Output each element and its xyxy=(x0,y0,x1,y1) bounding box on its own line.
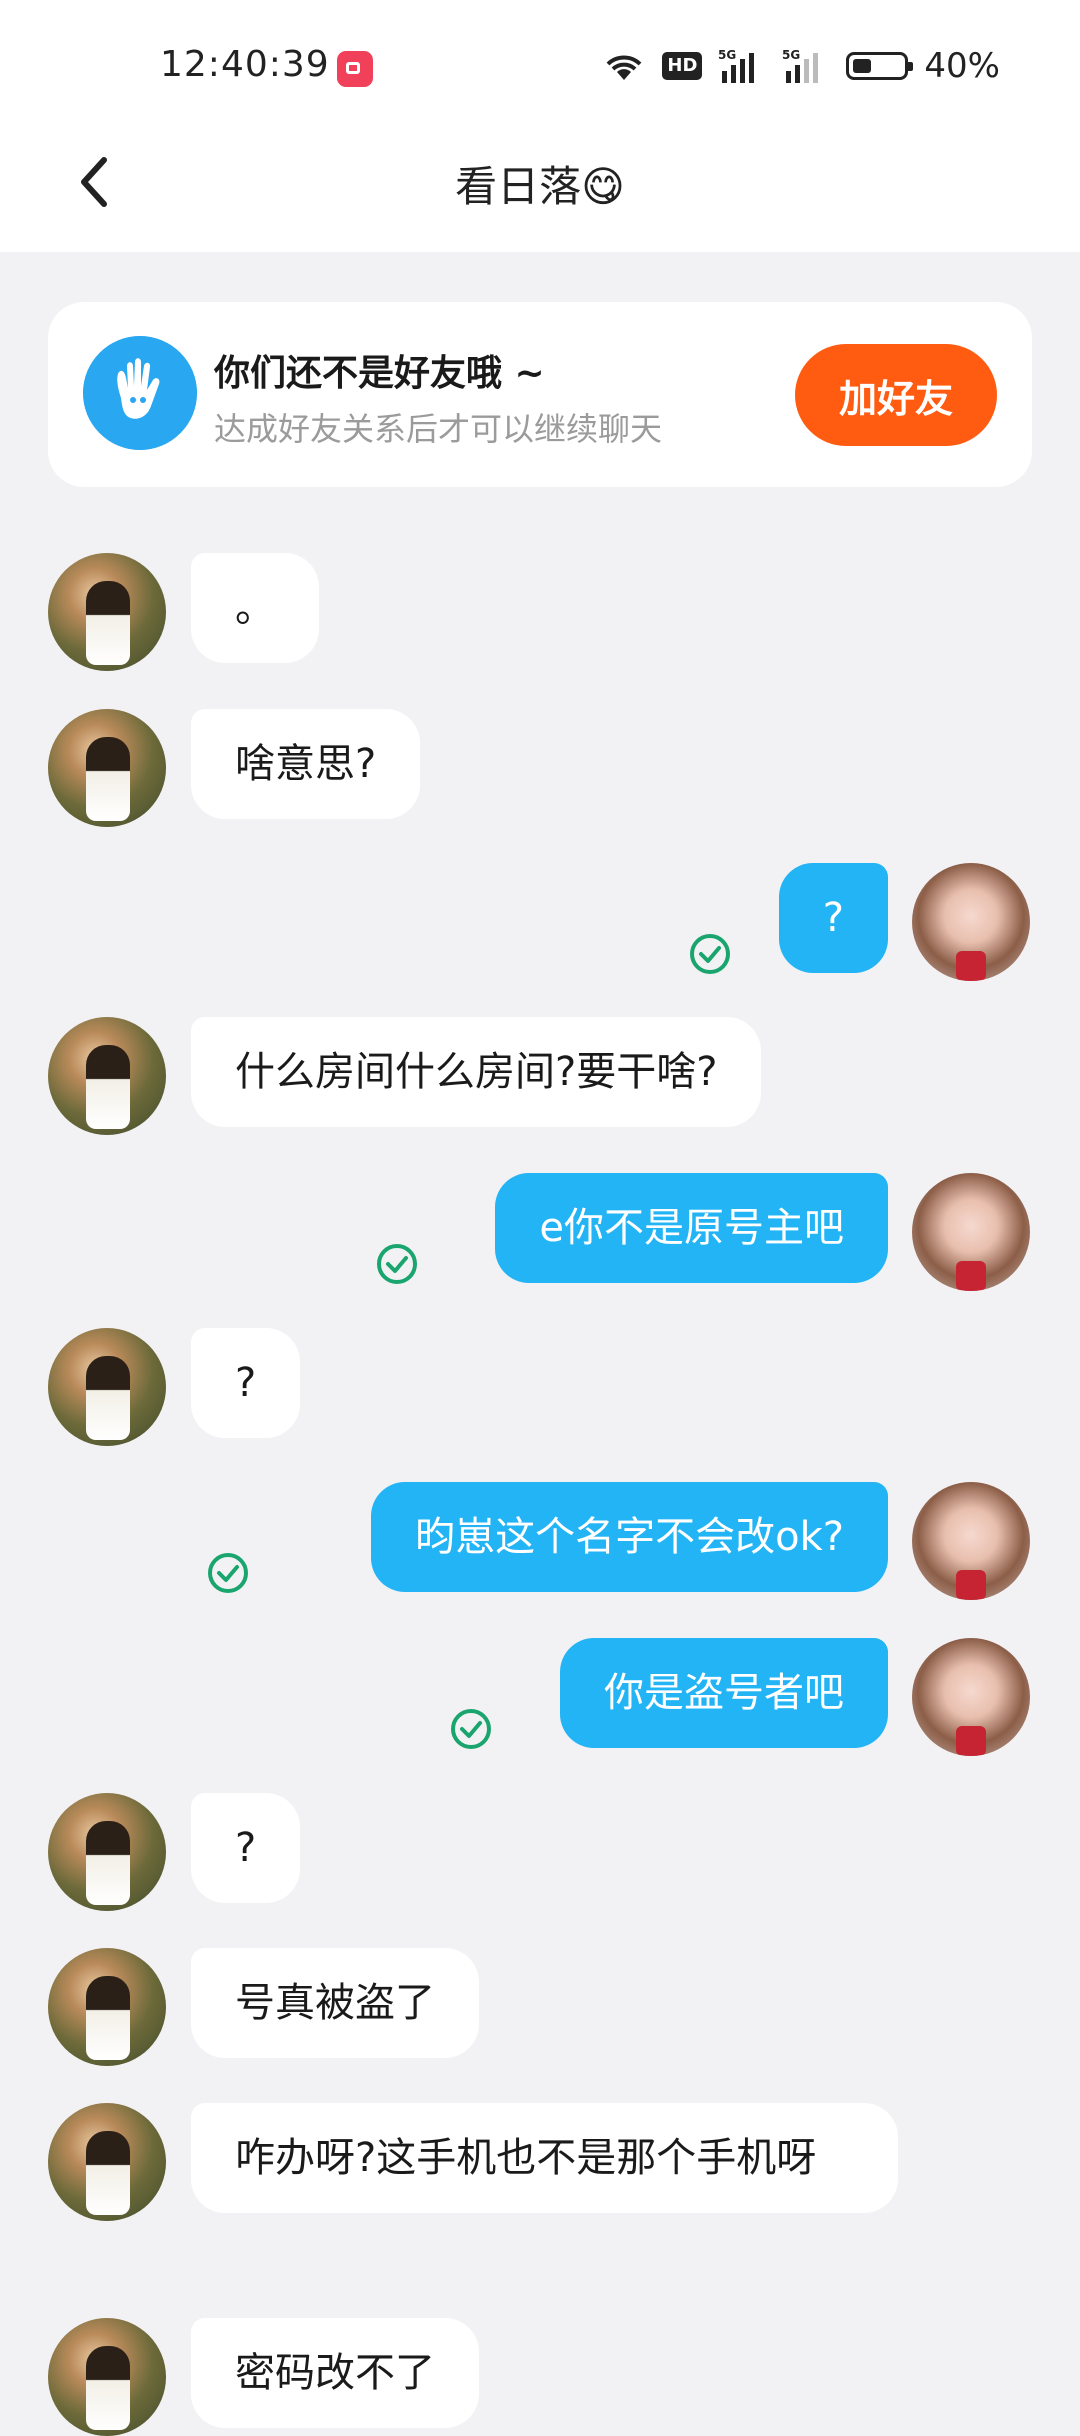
hd-icon: HD xyxy=(662,52,703,80)
message-bubble[interactable]: 你是盗号者吧 xyxy=(560,1638,888,1748)
read-check-icon xyxy=(451,1709,491,1749)
avatar[interactable] xyxy=(48,709,166,827)
avatar[interactable] xyxy=(48,2103,166,2221)
notice-subtitle: 达成好友关系后才可以继续聊天 xyxy=(214,410,663,448)
status-icons: HD 5G 5G 40% xyxy=(602,44,1000,88)
read-check-icon xyxy=(377,1244,417,1284)
avatar[interactable] xyxy=(912,1638,1030,1756)
message-bubble[interactable]: 什么房间什么房间?要干啥? xyxy=(191,1017,762,1127)
top-bar: 12:40:39 HD 5G 5G 40% 看日落😋 xyxy=(0,0,1080,252)
wave-hand-icon xyxy=(83,336,197,450)
svg-text:5G: 5G xyxy=(718,48,736,62)
read-check-icon xyxy=(690,934,730,974)
avatar[interactable] xyxy=(912,1173,1030,1291)
avatar[interactable] xyxy=(912,1482,1030,1600)
message-bubble[interactable]: ? xyxy=(778,863,888,973)
battery-icon xyxy=(846,52,914,80)
wifi-icon xyxy=(607,55,642,80)
message-bubble[interactable]: ? xyxy=(191,1328,301,1438)
avatar[interactable] xyxy=(48,2318,166,2436)
signal-5g-icon-2: 5G xyxy=(782,48,819,83)
avatar[interactable] xyxy=(48,1017,166,1135)
message-bubble[interactable]: 。 xyxy=(191,553,319,663)
read-check-icon xyxy=(208,1553,248,1593)
avatar[interactable] xyxy=(48,553,166,671)
avatar[interactable] xyxy=(912,863,1030,981)
avatar[interactable] xyxy=(48,1328,166,1446)
status-bar: 12:40:39 HD 5G 5G 40% xyxy=(0,0,1080,135)
status-time: 12:40:39 xyxy=(160,44,330,85)
not-friends-notice: 你们还不是好友哦 ~ 达成好友关系后才可以继续聊天 加好友 xyxy=(48,302,1032,487)
message-bubble[interactable]: e你不是原号主吧 xyxy=(495,1173,888,1283)
add-friend-button[interactable]: 加好友 xyxy=(795,344,997,446)
signal-5g-icon: 5G xyxy=(718,48,755,83)
message-bubble[interactable]: 号真被盗了 xyxy=(191,1948,479,2058)
message-bubble[interactable]: 昀崽这个名字不会改ok? xyxy=(371,1482,888,1592)
svg-text:5G: 5G xyxy=(782,48,800,62)
avatar[interactable] xyxy=(48,1948,166,2066)
message-bubble[interactable]: ? xyxy=(191,1793,301,1903)
battery-percent: 40% xyxy=(924,46,1000,86)
message-bubble[interactable]: 咋办呀?这手机也不是那个手机呀 xyxy=(191,2103,898,2213)
screen-record-icon xyxy=(337,51,373,87)
message-bubble[interactable]: 啥意思? xyxy=(191,709,421,819)
avatar[interactable] xyxy=(48,1793,166,1911)
notice-title: 你们还不是好友哦 ~ xyxy=(214,353,545,394)
chat-title: 看日落😋 xyxy=(455,162,625,211)
